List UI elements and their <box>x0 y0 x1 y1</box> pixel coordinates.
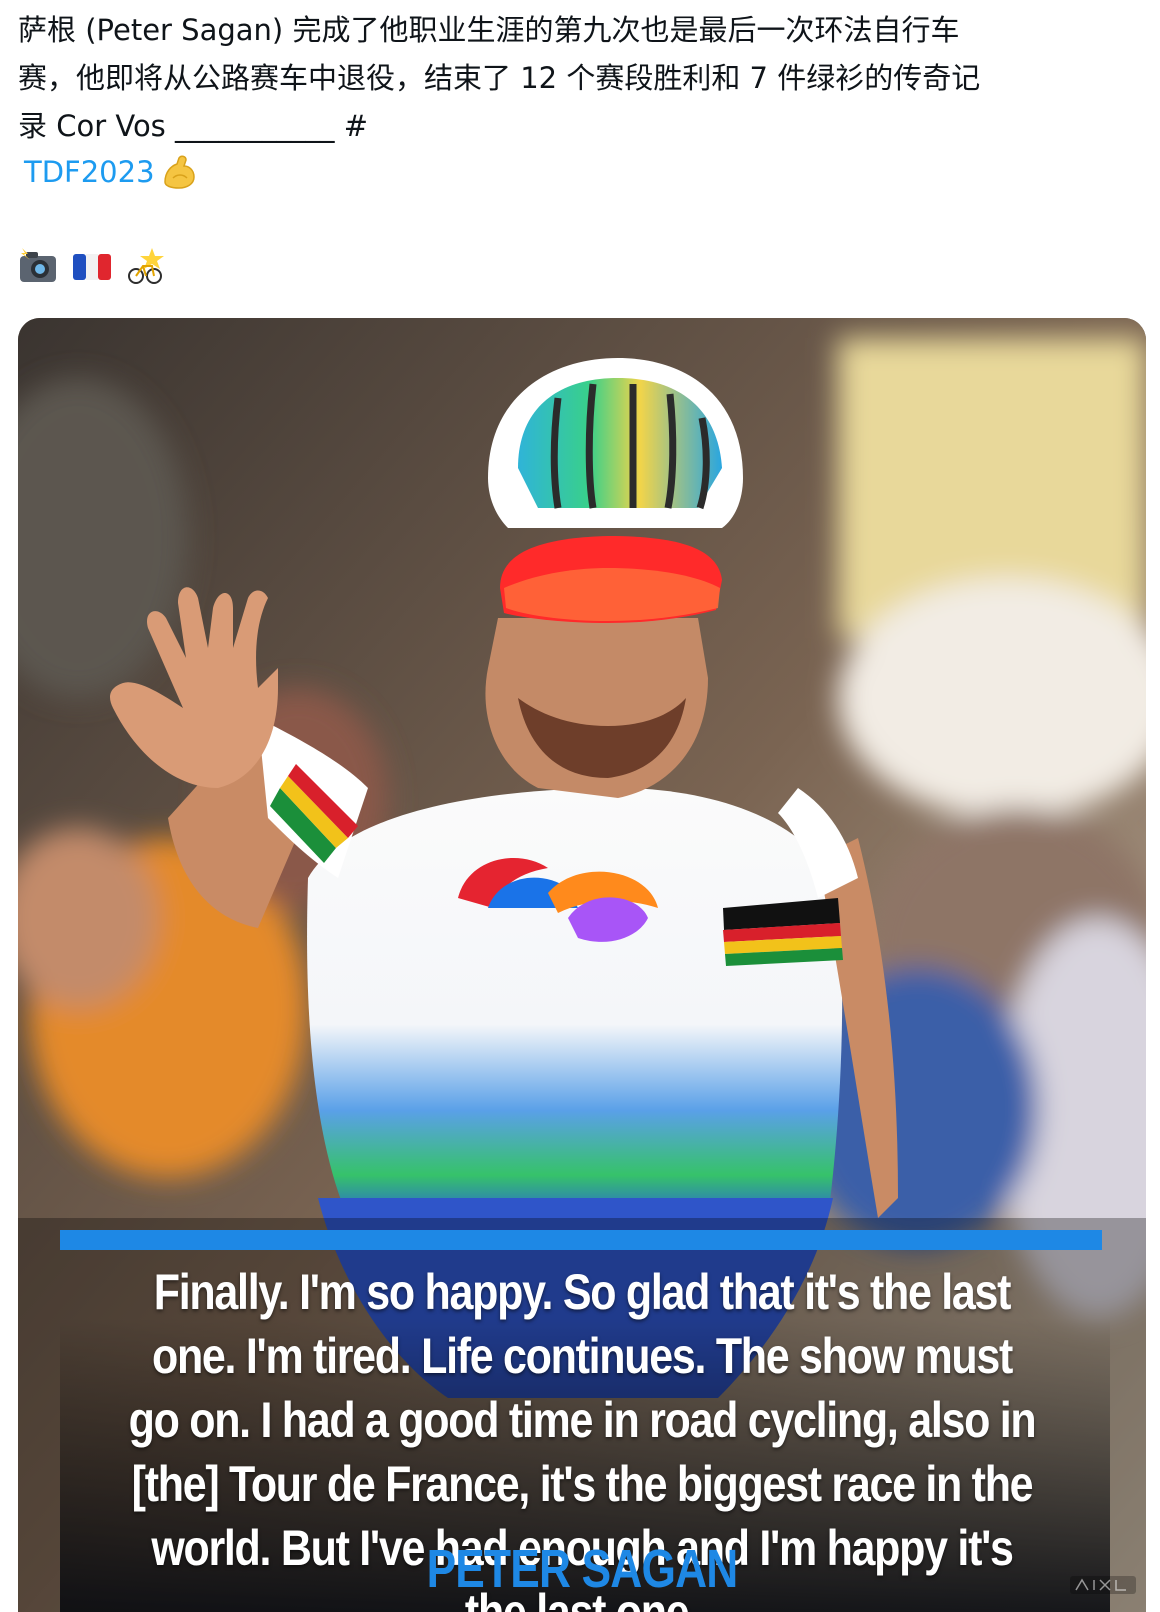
post-text-line: 录 Cor Vos ___________ # <box>18 109 369 143</box>
france-flag-icon <box>72 246 112 286</box>
camera-flash-icon <box>18 246 58 286</box>
post-image[interactable]: Finally. I'm so happy. So glad that it's… <box>18 318 1146 1612</box>
post-text-line: 萨根 (Peter Sagan) 完成了他职业生涯的第九次也是最后一次环法自行车 <box>18 13 960 47</box>
quote-accent-bar <box>60 1230 1102 1250</box>
emoji-row <box>18 246 166 286</box>
post-text: 萨根 (Peter Sagan) 完成了他职业生涯的第九次也是最后一次环法自行车… <box>18 6 1138 150</box>
post-text-line: 赛，他即将从公路赛车中退役，结束了 12 个赛段胜利和 7 件绿衫的传奇记 <box>18 61 981 95</box>
hashtag-link[interactable]: TDF2023 <box>24 148 199 196</box>
image-quote-author: PETER SAGAN <box>426 1539 739 1599</box>
bicycle-star-icon <box>126 246 166 286</box>
image-watermark <box>1070 1576 1136 1594</box>
flexed-biceps-icon <box>159 152 199 192</box>
hashtag-label: TDF2023 <box>24 155 155 189</box>
